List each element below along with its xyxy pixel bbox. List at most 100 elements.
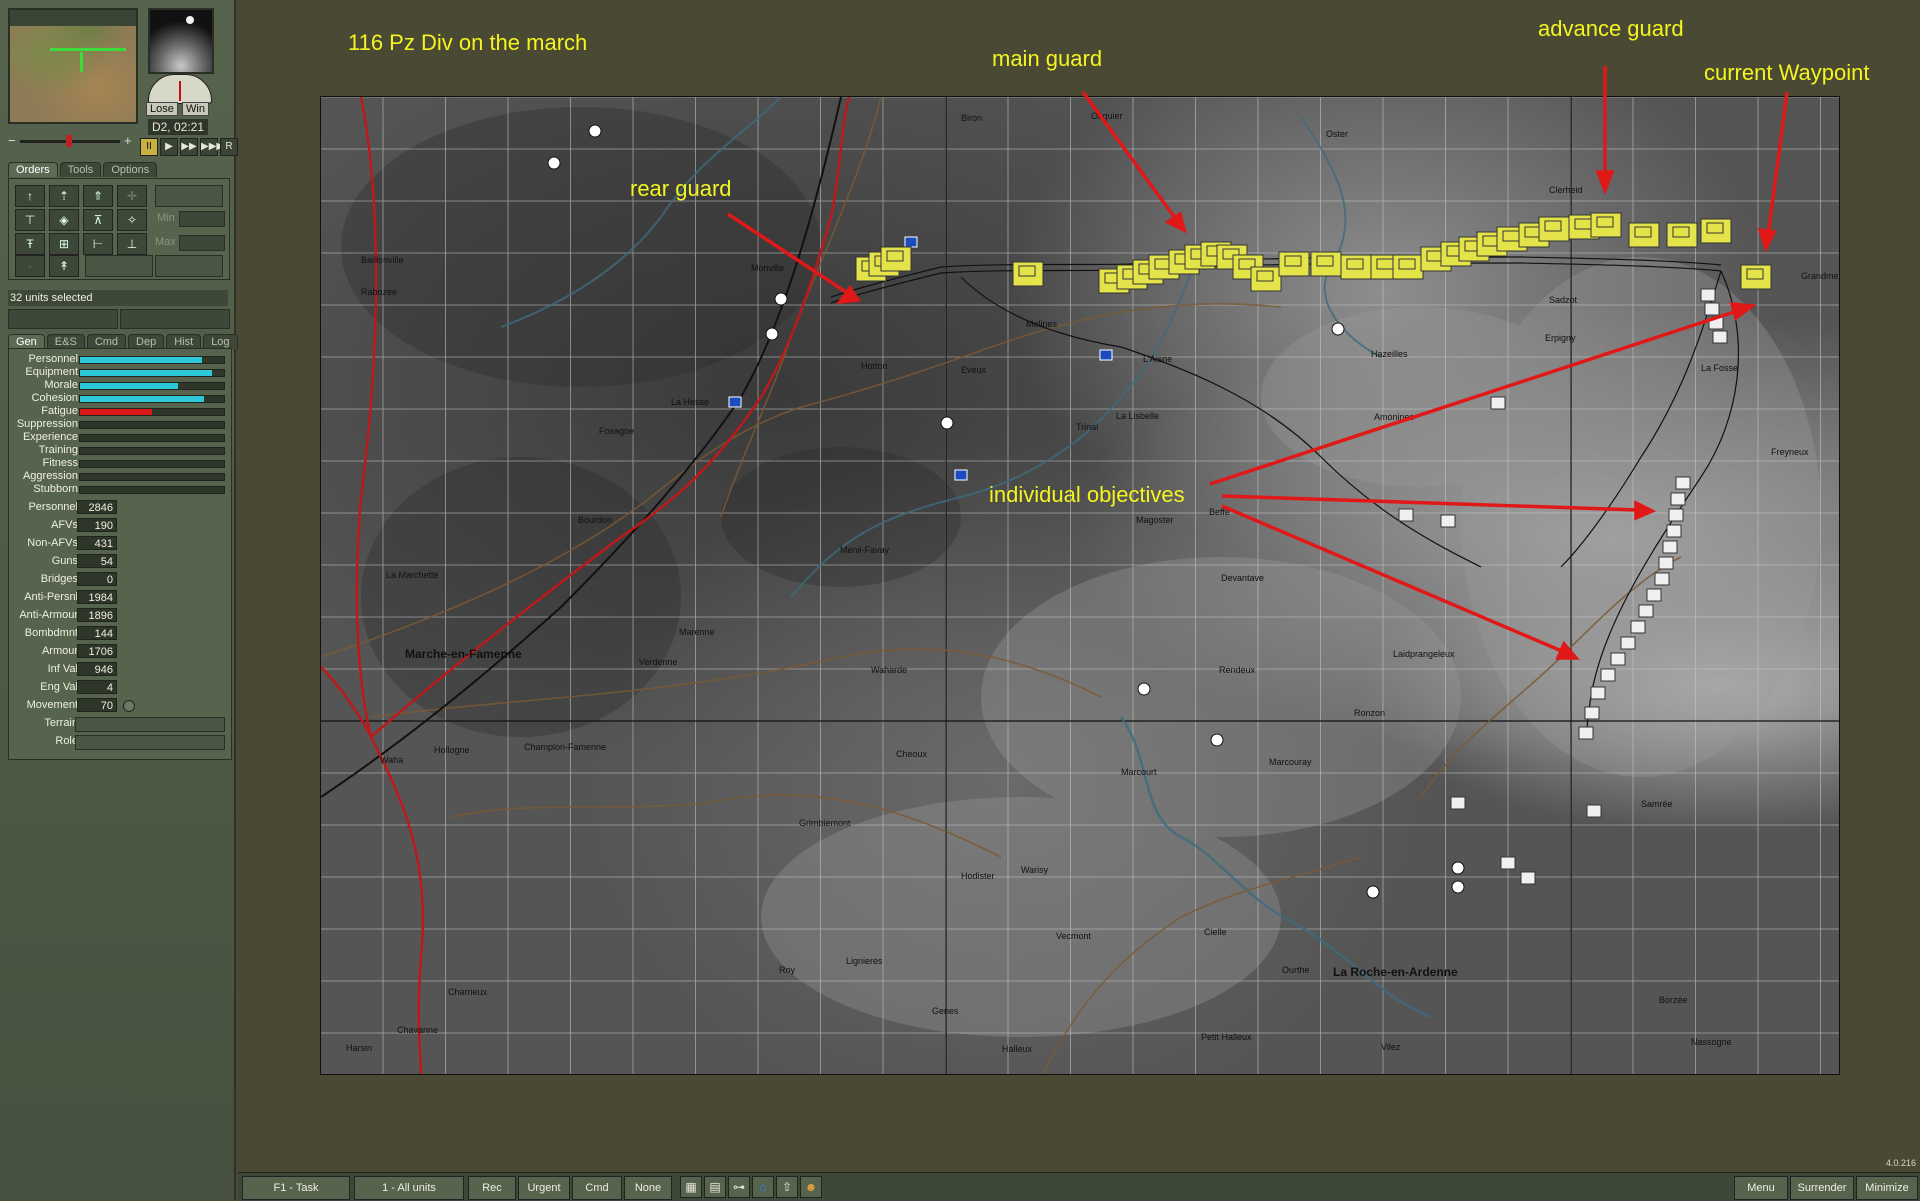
tab-options[interactable]: Options [103, 162, 158, 177]
defend-icon[interactable]: ⊤ [15, 209, 45, 231]
objective-marker[interactable] [1668, 508, 1684, 522]
orders-side-button[interactable] [85, 255, 153, 277]
hold-icon[interactable]: Ŧ [15, 233, 45, 255]
objective-marker[interactable] [1578, 726, 1594, 740]
stat-number-value: 54 [77, 554, 117, 568]
urgent-button[interactable]: Urgent [518, 1176, 570, 1200]
map-place-label: La Fosse [1701, 363, 1739, 373]
map-place-label: La Hesse [671, 397, 710, 407]
objective-marker[interactable] [1658, 556, 1674, 570]
stat-number-label: Guns [51, 555, 78, 567]
objective-marker[interactable] [1590, 686, 1606, 700]
min-field[interactable] [179, 211, 225, 227]
tab-es[interactable]: E&S [46, 334, 85, 349]
objective-marker[interactable] [1700, 288, 1716, 302]
objective-marker[interactable] [1646, 588, 1662, 602]
map-place-label: Samrée [1641, 799, 1673, 809]
dig-in-icon[interactable]: ⊞ [49, 233, 79, 255]
speed-plus-icon[interactable]: + [124, 133, 132, 148]
objective-marker[interactable] [1712, 330, 1728, 344]
stat-bar-row: Training [9, 444, 229, 457]
task-button[interactable]: F1 - Task [242, 1176, 350, 1200]
grid-icon[interactable]: ▦ [680, 1176, 702, 1198]
objective-marker[interactable] [1490, 396, 1506, 410]
pause-button[interactable]: II [140, 138, 158, 156]
objective-marker[interactable] [1670, 492, 1686, 506]
attack-icon[interactable]: ⇑ [83, 185, 113, 207]
speed-knob[interactable] [66, 135, 72, 147]
bombard-icon[interactable]: ✛ [117, 185, 147, 207]
arrow-up-icon[interactable]: ⇧ [776, 1176, 798, 1198]
replay-button[interactable]: R [220, 138, 238, 156]
tree-icon[interactable]: ⊶ [728, 1176, 750, 1198]
objective-marker[interactable] [1704, 302, 1720, 316]
cmd-button[interactable]: Cmd [572, 1176, 622, 1200]
stat-bar-track [79, 421, 225, 429]
portrait-icon[interactable]: ☻ [800, 1176, 822, 1198]
orders-side-button[interactable] [155, 255, 223, 277]
objective-marker[interactable] [1520, 871, 1536, 885]
map-place-label: Grimbiemont [799, 818, 851, 828]
objective-marker[interactable] [1666, 524, 1682, 538]
objective-marker[interactable] [1398, 508, 1414, 522]
minimap[interactable] [8, 8, 138, 124]
objective-marker[interactable] [1654, 572, 1670, 586]
delay-icon[interactable]: ◈ [49, 209, 79, 231]
objective-marker[interactable] [1610, 652, 1626, 666]
withdraw-icon[interactable]: ⊼ [83, 209, 113, 231]
all-units-button[interactable]: 1 - All units [354, 1176, 464, 1200]
reserve-icon[interactable]: ⊢ [83, 233, 113, 255]
objective-marker[interactable] [1500, 856, 1516, 870]
objective-marker[interactable] [1584, 706, 1600, 720]
cancel-icon[interactable]: · [15, 255, 45, 277]
tab-gen[interactable]: Gen [8, 334, 45, 349]
none-button[interactable]: None [624, 1176, 672, 1200]
map-place-label: Halleux [1002, 1044, 1033, 1054]
speed-minus-icon[interactable]: − [8, 133, 16, 148]
tab-log[interactable]: Log [203, 334, 238, 349]
move-icon[interactable]: ↑ [15, 185, 45, 207]
rec-button[interactable]: Rec [468, 1176, 516, 1200]
objective-marker[interactable] [1675, 476, 1691, 490]
movement-knob-icon[interactable] [123, 700, 135, 712]
rest-icon[interactable]: ⊥ [117, 233, 147, 255]
faster-button[interactable]: ▶▶▶ [200, 138, 224, 156]
fast-button[interactable]: ▶▶ [180, 138, 198, 156]
objective-marker[interactable] [1586, 804, 1602, 818]
tab-cmd[interactable]: Cmd [86, 334, 127, 349]
objective-marker[interactable] [1630, 620, 1646, 634]
play-button[interactable]: ▶ [160, 138, 178, 156]
max-field[interactable] [179, 235, 225, 251]
menu-button[interactable]: Menu [1734, 1176, 1788, 1200]
orders-side-button[interactable] [155, 185, 223, 207]
speed-slider[interactable]: − + [8, 133, 132, 148]
objective-marker[interactable] [1708, 316, 1724, 330]
probe-icon[interactable]: ✧ [117, 209, 147, 231]
map-place-label: Ocquier [1091, 111, 1123, 121]
objective-marker[interactable] [1440, 514, 1456, 528]
tab-tools[interactable]: Tools [59, 162, 102, 177]
tab-hist[interactable]: Hist [166, 334, 202, 349]
units-icon[interactable]: ▤ [704, 1176, 726, 1198]
stat-number-row: Guns 54 [9, 554, 229, 570]
stat-bar-fill [80, 409, 152, 415]
tab-orders[interactable]: Orders [8, 162, 58, 177]
waypoint-icon[interactable]: ↟ [49, 255, 79, 277]
stat-bar-row: Personnel [9, 353, 229, 366]
surrender-button[interactable]: Surrender [1790, 1176, 1854, 1200]
objective-marker[interactable] [1450, 796, 1466, 810]
stat-bar-label: Training [38, 444, 78, 456]
hq-icon[interactable]: ⌂ [752, 1176, 774, 1198]
stat-number-value: 0 [77, 572, 117, 586]
objective-marker[interactable] [1620, 636, 1636, 650]
advance-icon[interactable]: ⇡ [49, 185, 79, 207]
objective-marker[interactable] [1638, 604, 1654, 618]
tab-dep[interactable]: Dep [128, 334, 165, 349]
objective-marker[interactable] [1600, 668, 1616, 682]
map-place-label: Hotton [861, 361, 888, 371]
objective-marker[interactable] [1662, 540, 1678, 554]
minimize-button[interactable]: Minimize [1856, 1176, 1918, 1200]
map-place-label: Genes [932, 1006, 959, 1016]
game-map[interactable]: Biron Ocquier Oster Clerheid Grandmeni Sadzot… [320, 96, 1840, 1075]
map-place-label: Chavanne [397, 1025, 439, 1035]
